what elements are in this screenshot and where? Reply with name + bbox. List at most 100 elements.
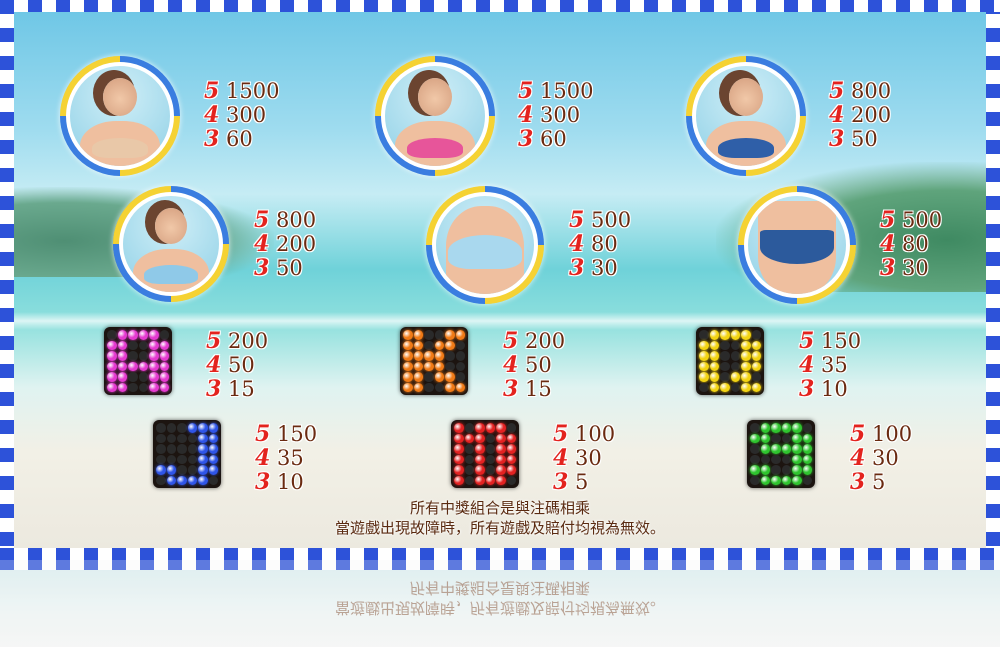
led-dot	[699, 361, 709, 371]
led-dot	[454, 433, 464, 443]
pay-row: 3 30	[880, 255, 942, 281]
pay-value: 300	[540, 103, 581, 127]
led-dot	[506, 475, 516, 485]
pay-row: 5 1500	[204, 78, 279, 104]
pay-row: 5 500	[569, 207, 632, 233]
led-dot	[760, 454, 770, 464]
led-dot	[496, 433, 506, 443]
pay-row: 3 10	[799, 376, 861, 402]
pay-count: 5	[799, 328, 815, 354]
girl-2-pays: 5 1500 4 300 3 60	[518, 78, 593, 152]
pay-value: 500	[902, 208, 943, 232]
led-dot	[454, 423, 464, 433]
pay-row: 4 80	[880, 231, 942, 257]
pay-value: 15	[525, 377, 552, 401]
pay-count: 3	[503, 376, 519, 402]
pay-count: 4	[518, 102, 534, 128]
led-dot	[720, 361, 730, 371]
led-dot	[424, 382, 434, 392]
pay-value: 200	[276, 232, 317, 256]
led-dot	[720, 372, 730, 382]
led-dot	[741, 372, 751, 382]
symbol-girl-3	[686, 56, 812, 176]
led-dot	[751, 340, 761, 350]
led-dot	[496, 423, 506, 433]
pay-row: 4 200	[829, 102, 891, 128]
led-dot	[403, 372, 413, 382]
pay-value: 30	[575, 446, 602, 470]
girl-4-pays: 5 800 4 200 3 50	[254, 207, 317, 281]
pay-count: 4	[799, 352, 815, 378]
led-dot	[198, 433, 208, 443]
led-dot	[781, 423, 791, 433]
led-dot	[496, 475, 506, 485]
pay-count: 3	[206, 376, 222, 402]
led-dot	[434, 361, 444, 371]
pay-value: 800	[851, 79, 892, 103]
led-dot	[506, 454, 516, 464]
paytable-notes: 所有中獎組合是與注碼相乘 當遊戲出現故障時，所有遊戲及賠付均視為無效。	[0, 498, 1000, 538]
number-10-pays: 5 100 4 30 3 5	[553, 421, 616, 495]
girl-1-portrait	[70, 66, 170, 166]
led-dot	[107, 382, 117, 392]
led-dot	[455, 361, 465, 371]
floor-reflection: 當遊戲出現故障時，所有遊戲及賠付均視為無效。 所有中獎組合是與注碼相乘	[0, 560, 1000, 647]
led-dot	[177, 423, 187, 433]
led-dot	[434, 372, 444, 382]
star-ring-frame	[738, 186, 856, 304]
pay-value: 5	[575, 470, 589, 494]
symbol-letter-j	[153, 420, 221, 488]
led-dot	[107, 361, 117, 371]
pay-count: 4	[829, 102, 845, 128]
led-dot	[208, 454, 218, 464]
pay-count: 4	[880, 231, 896, 257]
led-dot	[741, 351, 751, 361]
symbol-girl-2	[375, 56, 501, 176]
led-dot	[187, 444, 197, 454]
led-dot	[434, 351, 444, 361]
led-dot	[760, 444, 770, 454]
letter-a-pays: 5 200 4 50 3 15	[206, 328, 268, 402]
pay-value: 300	[226, 103, 267, 127]
led-dot	[403, 361, 413, 371]
led-dot	[424, 330, 434, 340]
pay-value: 10	[821, 377, 848, 401]
led-dot	[159, 382, 169, 392]
pay-count: 5	[206, 328, 222, 354]
led-dot	[485, 444, 495, 454]
symbol-letter-q	[696, 327, 764, 395]
pay-row: 3 30	[569, 255, 631, 281]
pay-row: 5 150	[255, 421, 317, 447]
led-dot	[117, 340, 127, 350]
notes-line-2: 當遊戲出現故障時，所有遊戲及賠付均視為無效。	[334, 519, 665, 537]
led-dot	[128, 351, 138, 361]
led-dot	[699, 330, 709, 340]
pay-count: 5	[204, 78, 220, 104]
led-dot	[475, 433, 485, 443]
led-dot	[128, 361, 138, 371]
led-dot	[475, 423, 485, 433]
led-dot	[187, 433, 197, 443]
led-dot	[771, 454, 781, 464]
led-dot	[177, 465, 187, 475]
led-dot	[107, 330, 117, 340]
led-dot	[771, 423, 781, 433]
pay-row: 4 30	[553, 445, 615, 471]
letter-q-pays: 5 150 4 35 3 10	[799, 328, 861, 402]
led-dot	[506, 423, 516, 433]
pay-count: 4	[503, 352, 519, 378]
led-dot	[166, 465, 176, 475]
led-dot	[720, 351, 730, 361]
led-dot	[771, 475, 781, 485]
led-dot	[413, 372, 423, 382]
led-dot	[760, 475, 770, 485]
led-dot	[709, 351, 719, 361]
pay-value: 500	[591, 208, 632, 232]
led-dot	[750, 475, 760, 485]
led-dot	[128, 382, 138, 392]
pay-value: 100	[575, 422, 616, 446]
led-dot	[750, 433, 760, 443]
led-dot	[149, 351, 159, 361]
led-dot	[464, 444, 474, 454]
led-dot	[741, 340, 751, 350]
